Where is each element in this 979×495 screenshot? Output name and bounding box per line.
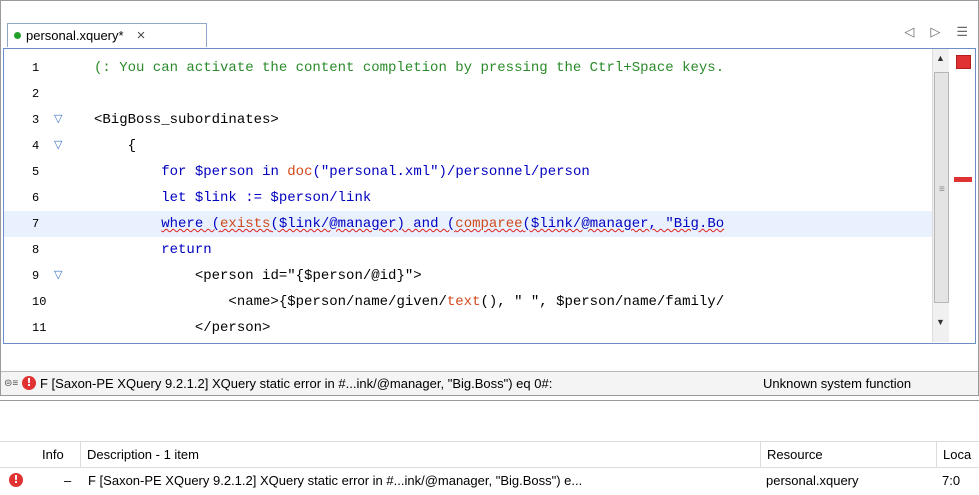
line-number: 7 (32, 217, 40, 231)
previous-tab-icon[interactable]: ◁ (904, 24, 914, 40)
scroll-down-icon[interactable]: ▼ (936, 317, 945, 327)
tab-title: personal.xquery* (26, 28, 124, 43)
editor-frame: personal.xquery* × ◁ ▷ ☰ 1 (: You can act… (0, 0, 979, 396)
code-line[interactable]: 11 </person> (4, 315, 932, 341)
column-description[interactable]: Description - 1 item (80, 442, 760, 467)
code-text: where (exists($link/@manager) and (compa… (161, 216, 725, 232)
fold-toggle-icon[interactable]: ▽ (54, 263, 94, 289)
code-text: for $person in doc("personal.xml")/perso… (161, 164, 590, 180)
code-line[interactable]: 6 let $link := $person/link (4, 185, 932, 211)
scroll-up-icon[interactable]: ▲ (936, 53, 945, 63)
code-text: <name>{$person/name/given/text(), " ", $… (228, 294, 725, 310)
error-status-line: ⊜≡ ! F [Saxon-PE XQuery 9.2.1.2] XQuery … (1, 371, 978, 395)
tab-list-menu-icon[interactable]: ☰ (956, 24, 968, 40)
code-text: <person id="{$person/@id}"> (194, 268, 422, 284)
code-line[interactable]: 9 ▽ <person id="{$person/@id}"> (4, 263, 932, 289)
grip-icon[interactable]: ⊜≡ (4, 372, 18, 395)
code-line[interactable]: 10 <name>{$person/name/given/text(), " "… (4, 289, 932, 315)
close-icon[interactable]: × (137, 28, 146, 43)
line-number: 4 (32, 139, 40, 153)
column-resource[interactable]: Resource (760, 442, 936, 467)
next-tab-icon[interactable]: ▷ (930, 24, 940, 40)
row-info: – (64, 473, 72, 488)
line-number: 1 (32, 61, 40, 75)
line-number: 11 (32, 321, 47, 335)
error-icon: ! (9, 473, 23, 487)
tab-personal-xquery[interactable]: personal.xquery* × (7, 23, 207, 47)
error-status-message: Unknown system function (763, 376, 912, 391)
code-area[interactable]: 1 (: You can activate the content complet… (4, 49, 932, 342)
code-line[interactable]: 5 for $person in doc("personal.xml")/per… (4, 159, 932, 185)
line-number: 10 (32, 295, 47, 309)
error-status-text: F [Saxon-PE XQuery 9.2.1.2] XQuery stati… (40, 376, 553, 391)
line-number: 6 (32, 191, 40, 205)
line-number: 2 (32, 87, 40, 101)
error-summary-icon[interactable] (956, 55, 971, 69)
overview-ruler[interactable] (950, 49, 975, 342)
row-description: F [Saxon-PE XQuery 9.2.1.2] XQuery stati… (88, 473, 583, 488)
code-text: (: You can activate the content completi… (94, 60, 725, 76)
line-number: 9 (32, 269, 40, 283)
code-text: </person> (194, 320, 271, 336)
grip-icon: ≡ (939, 184, 945, 195)
code-line[interactable]: 8 return (4, 237, 932, 263)
row-location: 7:0 (942, 473, 961, 488)
code-line[interactable]: 4 ▽ { (4, 133, 932, 159)
fold-toggle-icon[interactable]: ▽ (54, 107, 94, 133)
tab-navigation: ◁ ▷ ☰ (904, 24, 968, 40)
column-location[interactable]: Loca (936, 442, 979, 467)
line-number: 5 (32, 165, 40, 179)
code-line[interactable]: 7 where (exists($link/@manager) and (com… (4, 211, 932, 237)
problems-table-header: Info Description - 1 item Resource Loca (0, 441, 979, 468)
code-line[interactable]: 3 ▽ <BigBoss_subordinates> (4, 107, 932, 133)
editor-tabbar: personal.xquery* × ◁ ▷ ☰ (1, 1, 978, 47)
code-line[interactable]: 2 (4, 81, 932, 107)
error-marker[interactable] (954, 177, 972, 182)
error-icon: ! (22, 376, 36, 390)
modified-dot-icon (14, 32, 21, 39)
problems-toolbar (0, 401, 979, 441)
vertical-scrollbar[interactable]: ▲ ≡ ▼ (932, 49, 949, 342)
problems-panel: Info Description - 1 item Resource Loca … (0, 400, 979, 495)
vertical-scroll-thumb[interactable]: ≡ (934, 72, 949, 303)
code-line[interactable]: 1 (: You can activate the content complet… (4, 55, 932, 81)
code-text: return (161, 242, 212, 258)
code-text: { (94, 138, 137, 154)
row-resource: personal.xquery (766, 473, 859, 488)
table-row[interactable]: ! – F [Saxon-PE XQuery 9.2.1.2] XQuery s… (0, 469, 979, 493)
code-text: let $link := $person/link (161, 190, 372, 206)
code-text: <BigBoss_subordinates> (94, 112, 279, 128)
fold-toggle-icon[interactable]: ▽ (54, 133, 94, 159)
line-number: 3 (32, 113, 40, 127)
column-info[interactable]: Info (36, 442, 80, 467)
code-editor[interactable]: 1 (: You can activate the content complet… (3, 48, 976, 344)
line-number: 8 (32, 243, 40, 257)
